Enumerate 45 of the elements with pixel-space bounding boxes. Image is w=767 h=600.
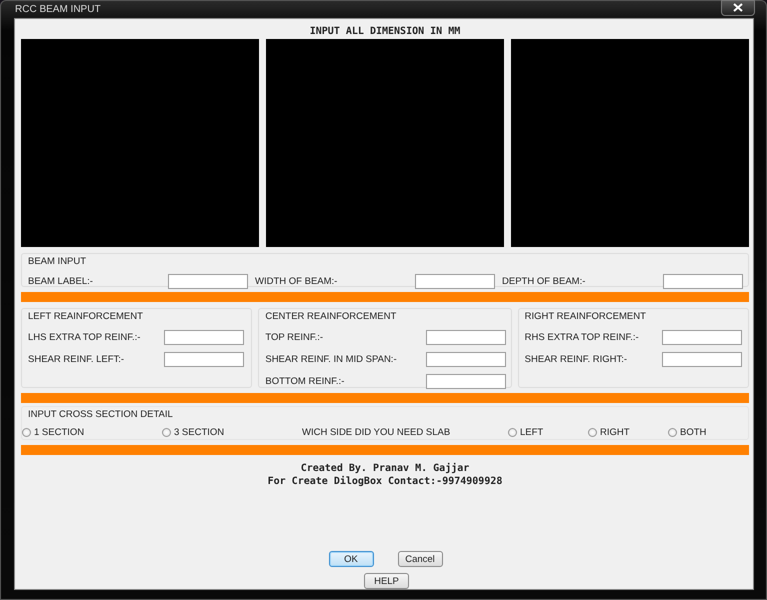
heading-text: INPUT ALL DIMENSION IN MM (308, 26, 462, 39)
dialog-button[interactable]: OK (328, 551, 374, 567)
radio-option[interactable]: 1 SECTION (22, 427, 162, 438)
input-field[interactable] (662, 352, 742, 367)
dialog-button[interactable]: HELP (364, 573, 409, 589)
radio-option[interactable]: 3 SECTION (162, 427, 302, 438)
radio-button[interactable] (588, 428, 597, 437)
input-field[interactable] (426, 374, 506, 389)
input-field[interactable] (663, 274, 743, 289)
input-field[interactable] (426, 352, 506, 367)
group-title: CENTER REAINFORCEMENT (265, 311, 398, 323)
radio-button[interactable] (668, 428, 677, 437)
field-label: LHS EXTRA TOP REINF.:- (28, 332, 140, 343)
group-title: BEAM INPUT (28, 256, 88, 268)
group-title: LEFT REAINFORCEMENT (28, 311, 144, 323)
radio-button[interactable] (22, 428, 31, 437)
field-label: WIDTH OF BEAM:- (254, 276, 338, 287)
window-title: RCC BEAM INPUT (15, 4, 101, 15)
field-label: SHEAR REINF. RIGHT:- (524, 354, 628, 365)
input-field[interactable] (415, 274, 495, 289)
input-field[interactable] (164, 330, 244, 345)
close-button[interactable] (721, 0, 755, 16)
dialog-button[interactable]: Cancel (398, 551, 442, 567)
field-label: BEAM LABEL:- (28, 276, 94, 287)
input-field[interactable] (662, 330, 742, 345)
input-field[interactable] (164, 352, 244, 367)
field-label: SHEAR REINF. LEFT:- (28, 354, 124, 365)
field-label: SHEAR REINF. IN MID SPAN:- (265, 354, 397, 365)
credit-text: For Create DilogBox Contact:-9974909928 (266, 475, 504, 488)
close-icon (733, 3, 743, 12)
field-label: TOP REINF.:- (265, 332, 324, 343)
group-title: RIGHT REAINFORCEMENT (524, 311, 647, 323)
input-field[interactable] (426, 330, 506, 345)
radio-option[interactable]: RIGHT (588, 427, 668, 438)
field-label: BOTTOM REINF.:- (265, 376, 344, 387)
radio-option[interactable]: BOTH (668, 427, 748, 438)
credit-text: Created By. Pranav M. Gajjar (300, 462, 470, 475)
radio-button[interactable] (508, 428, 517, 437)
group-title: INPUT CROSS SECTION DETAIL (28, 409, 174, 421)
input-field[interactable] (168, 274, 248, 289)
field-label: RHS EXTRA TOP REINF.:- (524, 332, 639, 343)
radio-option[interactable]: LEFT (508, 427, 588, 438)
field-label: DEPTH OF BEAM:- (501, 276, 586, 287)
radio-button[interactable] (162, 428, 171, 437)
question-label: WICH SIDE DID YOU NEED SLAB (302, 427, 452, 438)
